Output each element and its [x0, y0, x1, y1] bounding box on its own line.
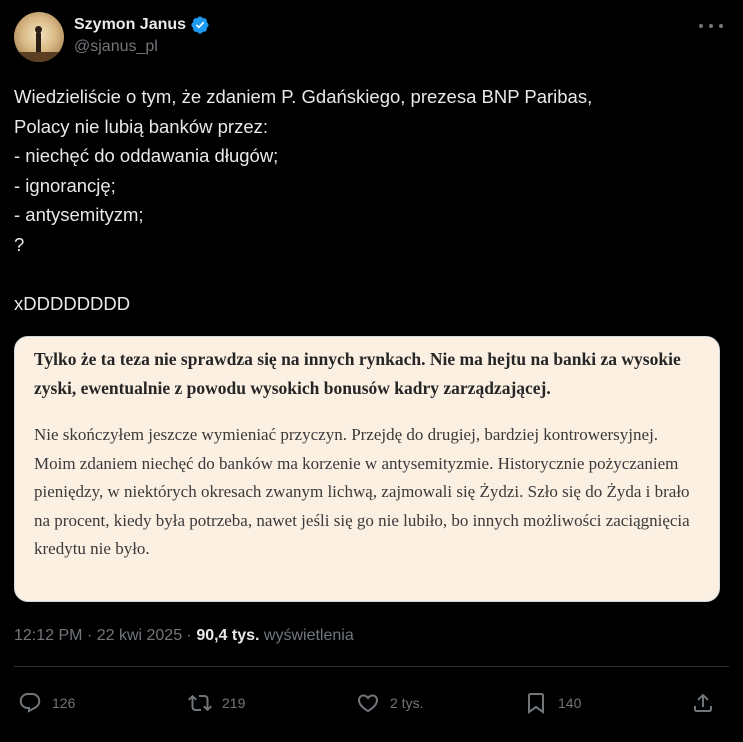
bookmark-count: 140 — [558, 695, 582, 711]
avatar-ground — [14, 52, 64, 62]
views-label: wyświetlenia — [259, 627, 354, 644]
author-names: Szymon Janus @sjanus_pl — [74, 14, 210, 56]
more-dot — [709, 24, 713, 28]
tweet-time[interactable]: 12:12 PM — [14, 627, 82, 644]
tweet-meta: 12:12 PM · 22 kwi 2025 · 90,4 tys. wyświ… — [14, 627, 354, 645]
share-button[interactable] — [691, 688, 715, 718]
more-options-icon[interactable] — [699, 18, 723, 34]
more-dot — [699, 24, 703, 28]
reply-count: 126 — [52, 695, 76, 711]
image-lead-paragraph: Tylko że ta teza nie sprawdza się na inn… — [34, 349, 681, 398]
attached-image[interactable]: Tylko że ta teza nie sprawdza się na inn… — [14, 336, 720, 602]
meta-separator: · — [82, 627, 97, 644]
tweet-text: Wiedzieliście o tym, że zdaniem P. Gdańs… — [14, 86, 593, 314]
retweet-count: 219 — [222, 695, 246, 711]
reply-icon — [19, 693, 41, 713]
avatar-figure — [36, 32, 41, 52]
display-name-row: Szymon Janus — [74, 14, 210, 36]
heart-icon — [357, 694, 379, 713]
retweet-button[interactable]: 219 — [188, 688, 245, 718]
views-count[interactable]: 90,4 tys. — [196, 627, 259, 644]
tweet: Szymon Janus @sjanus_pl Wiedzieliście o … — [0, 0, 743, 742]
author-handle[interactable]: @sjanus_pl — [74, 38, 210, 56]
retweet-icon — [188, 694, 212, 712]
tweet-header: Szymon Janus @sjanus_pl — [14, 12, 729, 62]
meta-separator: · — [182, 627, 197, 644]
tweet-date[interactable]: 22 kwi 2025 — [97, 627, 182, 644]
bookmark-icon — [528, 693, 544, 714]
avatar[interactable] — [14, 12, 64, 62]
bookmark-button[interactable]: 140 — [524, 688, 581, 718]
more-dot — [719, 24, 723, 28]
image-body-paragraph: Nie skończyłem jeszcze wymieniać przyczy… — [34, 425, 690, 558]
share-icon — [694, 693, 712, 712]
divider — [14, 666, 729, 667]
verified-badge-icon[interactable] — [190, 15, 210, 35]
like-count: 2 tys. — [390, 695, 424, 711]
action-bar: 126 219 2 tys. 140 — [18, 688, 718, 718]
like-button[interactable]: 2 tys. — [356, 688, 423, 718]
display-name[interactable]: Szymon Janus — [74, 16, 186, 34]
reply-button[interactable]: 126 — [18, 688, 75, 718]
